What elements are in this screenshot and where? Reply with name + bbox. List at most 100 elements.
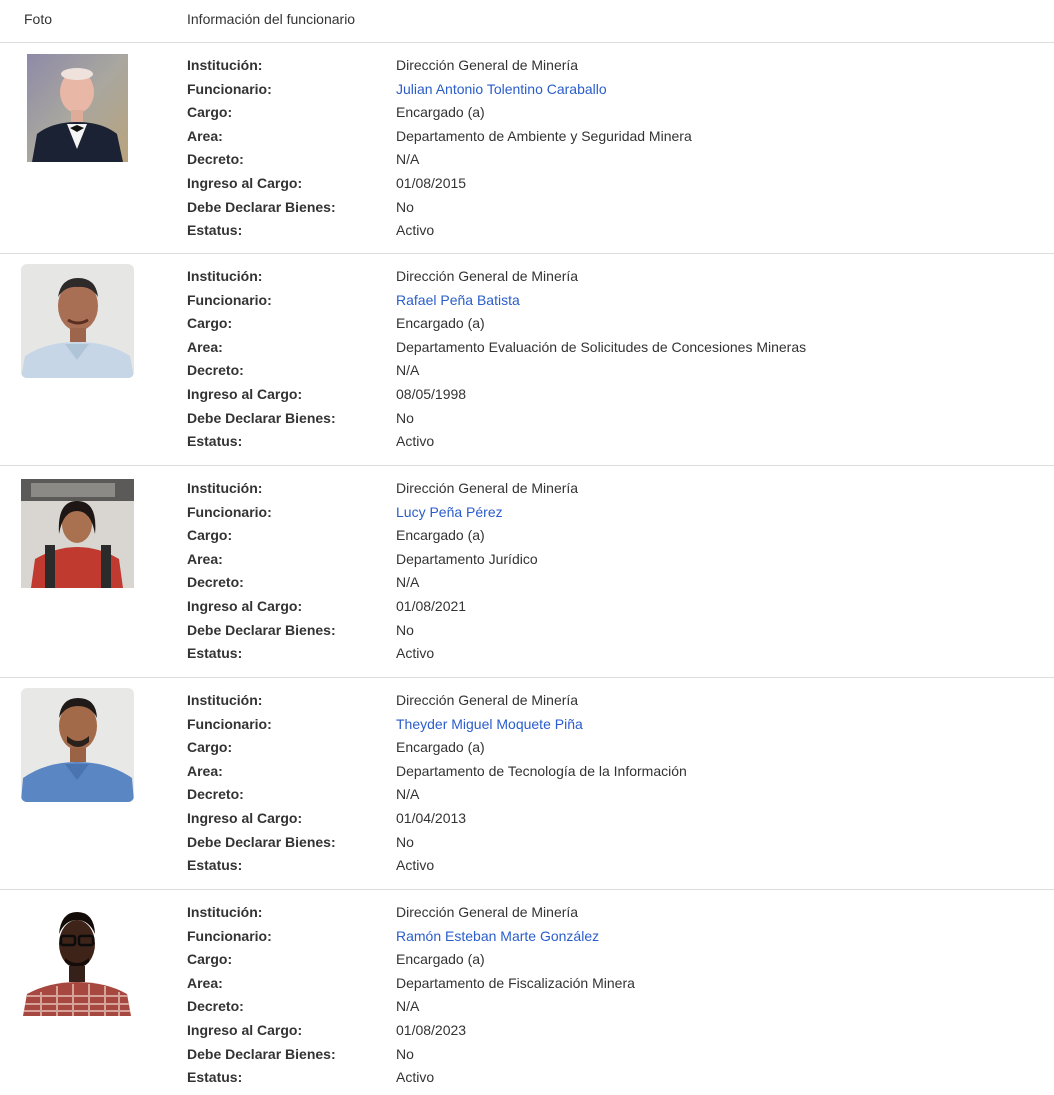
value-declarar: No	[396, 1045, 414, 1062]
official-details: Institución: Dirección General de Minería…	[187, 690, 1027, 879]
field-ingreso: Ingreso al Cargo: 01/08/2023	[187, 1020, 1027, 1044]
field-declarar: Debe Declarar Bienes: No	[187, 620, 1027, 644]
value-estatus: Activo	[396, 433, 435, 450]
table-row: Institución: Dirección General de Minería…	[0, 254, 1054, 466]
label-ingreso: Ingreso al Cargo:	[187, 385, 303, 402]
value-declarar: No	[396, 621, 414, 638]
field-area: Area: Departamento de Ambiente y Segurida…	[187, 126, 1027, 150]
value-institucion: Dirección General de Minería	[396, 692, 579, 708]
label-decreto: Decreto:	[187, 574, 244, 591]
field-decreto: Decreto: N/A	[187, 784, 1027, 808]
label-estatus: Estatus:	[187, 1069, 243, 1086]
value-cargo: Encargado (a)	[396, 951, 485, 968]
value-decreto: N/A	[396, 151, 420, 168]
label-cargo: Cargo:	[187, 739, 233, 756]
official-name-link[interactable]: Lucy Peña Pérez	[396, 502, 503, 522]
official-details: Institución: Dirección General de Minería…	[187, 478, 1027, 667]
value-declarar: No	[396, 409, 414, 426]
label-area: Area:	[187, 127, 223, 144]
field-estatus: Estatus: Activo	[187, 431, 1027, 455]
field-institucion: Institución: Dirección General de Minería	[187, 902, 1027, 926]
label-area: Area:	[187, 550, 223, 567]
portrait-image	[21, 264, 134, 378]
field-estatus: Estatus: Activo	[187, 1067, 1027, 1091]
field-declarar: Debe Declarar Bienes: No	[187, 408, 1027, 432]
label-institucion: Institución:	[187, 57, 263, 73]
field-ingreso: Ingreso al Cargo: 08/05/1998	[187, 384, 1027, 408]
field-cargo: Cargo: Encargado (a)	[187, 102, 1027, 126]
table-row: Institución: Dirección General de Minería…	[0, 43, 1054, 254]
label-declarar: Debe Declarar Bienes:	[187, 198, 336, 215]
table-row: Institución: Dirección General de Minería…	[0, 678, 1054, 890]
label-declarar: Debe Declarar Bienes:	[187, 1045, 336, 1062]
field-ingreso: Ingreso al Cargo: 01/08/2015	[187, 173, 1027, 197]
label-funcionario: Funcionario:	[187, 503, 272, 520]
label-decreto: Decreto:	[187, 786, 244, 803]
field-funcionario: Funcionario: Ramón Esteban Marte González	[187, 926, 1027, 950]
value-decreto: N/A	[396, 786, 420, 803]
label-ingreso: Ingreso al Cargo:	[187, 597, 303, 614]
value-institucion: Dirección General de Minería	[396, 57, 579, 73]
field-cargo: Cargo: Encargado (a)	[187, 313, 1027, 337]
label-cargo: Cargo:	[187, 104, 233, 121]
portrait-image	[21, 479, 134, 588]
label-declarar: Debe Declarar Bienes:	[187, 621, 336, 638]
field-estatus: Estatus: Activo	[187, 643, 1027, 667]
value-area: Departamento de Fiscalización Minera	[396, 974, 635, 991]
label-decreto: Decreto:	[187, 998, 244, 1015]
value-ingreso: 01/04/2013	[396, 809, 467, 826]
field-institucion: Institución: Dirección General de Minería	[187, 266, 1027, 290]
label-funcionario: Funcionario:	[187, 80, 272, 97]
field-area: Area: Departamento Jurídico	[187, 549, 1027, 573]
field-cargo: Cargo: Encargado (a)	[187, 949, 1027, 973]
field-cargo: Cargo: Encargado (a)	[187, 525, 1027, 549]
table-row: Institución: Dirección General de Minería…	[0, 890, 1054, 1095]
field-area: Area: Departamento de Tecnología de la In…	[187, 761, 1027, 785]
value-declarar: No	[396, 833, 414, 850]
label-institucion: Institución:	[187, 480, 263, 496]
official-name-link[interactable]: Rafael Peña Batista	[396, 290, 520, 310]
field-decreto: Decreto: N/A	[187, 149, 1027, 173]
field-funcionario: Funcionario: Rafael Peña Batista	[187, 290, 1027, 314]
label-ingreso: Ingreso al Cargo:	[187, 174, 303, 191]
official-name-link[interactable]: Ramón Esteban Marte González	[396, 926, 599, 946]
field-decreto: Decreto: N/A	[187, 360, 1027, 384]
label-estatus: Estatus:	[187, 222, 243, 239]
official-details: Institución: Dirección General de Minería…	[187, 266, 1027, 455]
field-cargo: Cargo: Encargado (a)	[187, 737, 1027, 761]
official-details: Institución: Dirección General de Minería…	[187, 55, 1027, 244]
field-declarar: Debe Declarar Bienes: No	[187, 1044, 1027, 1068]
official-name-link[interactable]: Theyder Miguel Moquete Piña	[396, 714, 583, 734]
label-estatus: Estatus:	[187, 645, 243, 662]
value-decreto: N/A	[396, 574, 420, 591]
value-estatus: Activo	[396, 1069, 435, 1086]
portrait-image	[21, 900, 133, 1016]
official-photo	[21, 264, 134, 378]
field-declarar: Debe Declarar Bienes: No	[187, 832, 1027, 856]
table-header: Foto Información del funcionario	[0, 0, 1054, 43]
value-cargo: Encargado (a)	[396, 527, 485, 544]
value-estatus: Activo	[396, 222, 435, 239]
official-name-link[interactable]: Julian Antonio Tolentino Caraballo	[396, 79, 607, 99]
value-institucion: Dirección General de Minería	[396, 480, 579, 496]
info-column-header: Información del funcionario	[187, 11, 356, 27]
value-institucion: Dirección General de Minería	[396, 268, 579, 284]
value-decreto: N/A	[396, 998, 420, 1015]
label-ingreso: Ingreso al Cargo:	[187, 1021, 303, 1038]
field-area: Area: Departamento de Fiscalización Miner…	[187, 973, 1027, 997]
field-funcionario: Funcionario: Theyder Miguel Moquete Piña	[187, 714, 1027, 738]
value-area: Departamento de Ambiente y Seguridad Min…	[396, 127, 692, 144]
value-institucion: Dirección General de Minería	[396, 904, 579, 920]
label-cargo: Cargo:	[187, 527, 233, 544]
value-area: Departamento Jurídico	[396, 550, 538, 567]
value-ingreso: 01/08/2015	[396, 174, 467, 191]
value-decreto: N/A	[396, 362, 420, 379]
label-funcionario: Funcionario:	[187, 715, 272, 732]
label-institucion: Institución:	[187, 268, 263, 284]
label-funcionario: Funcionario:	[187, 291, 272, 308]
label-institucion: Institución:	[187, 692, 263, 708]
official-photo	[21, 479, 134, 588]
label-cargo: Cargo:	[187, 315, 233, 332]
label-declarar: Debe Declarar Bienes:	[187, 409, 336, 426]
label-cargo: Cargo:	[187, 951, 233, 968]
